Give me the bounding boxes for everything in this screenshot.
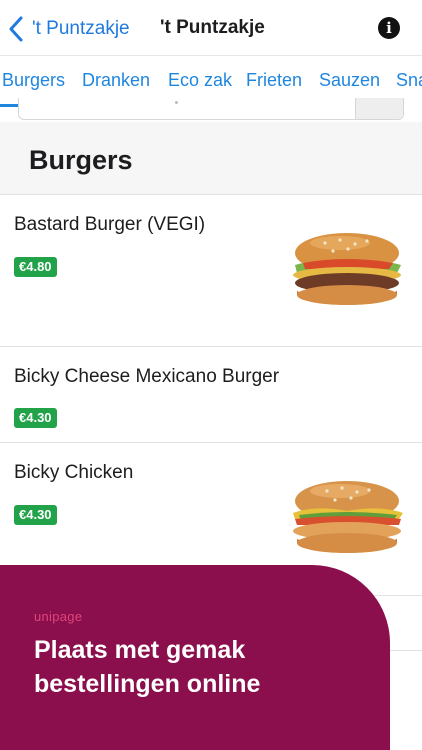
tab-sauzen[interactable]: Sauzen (319, 70, 380, 91)
search-button[interactable] (355, 98, 403, 119)
back-button[interactable]: 't Puntzakje (8, 14, 130, 44)
unipage-logo: unipage (34, 609, 83, 624)
tab-dranken[interactable]: Dranken (82, 70, 150, 91)
promo-text: Plaats met gemak bestellingen online (34, 636, 261, 698)
price-badge: €4.80 (14, 257, 57, 277)
price-badge: €4.30 (14, 505, 57, 525)
section-header: Burgers (0, 122, 422, 195)
chevron-left-icon (9, 16, 23, 42)
menu-item[interactable]: Bicky Cheese Mexicano Burger €4.30 (0, 347, 422, 443)
menu-item[interactable]: Bastard Burger (VEGI) €4.80 (0, 196, 422, 347)
burger-chicken-icon (293, 481, 403, 553)
tab-eco-zak[interactable]: Eco zak (168, 70, 232, 91)
back-label: 't Puntzakje (32, 18, 130, 39)
item-name: Bastard Burger (VEGI) (14, 214, 206, 235)
page-title: 't Puntzakje (160, 17, 265, 38)
item-name: Bicky Chicken (14, 462, 134, 483)
price-badge: €4.30 (14, 408, 57, 428)
search-field[interactable] (18, 98, 404, 120)
info-icon[interactable]: i (378, 17, 400, 39)
menu-item-peek (388, 650, 422, 750)
tab-snacks[interactable]: Snacks (396, 70, 422, 91)
tab-frieten[interactable]: Frieten (246, 70, 302, 91)
nav-bar: 't Puntzakje 't Puntzakje i (0, 0, 422, 55)
search-placeholder-fragment (175, 101, 178, 104)
item-name: Bicky Cheese Mexicano Burger (14, 366, 280, 387)
section-title: Burgers (29, 145, 133, 175)
promo-banner: unipage Plaats met gemak bestellingen on… (0, 565, 390, 750)
burger-beef-icon (293, 233, 401, 305)
tab-burgers[interactable]: Burgers (2, 70, 65, 91)
